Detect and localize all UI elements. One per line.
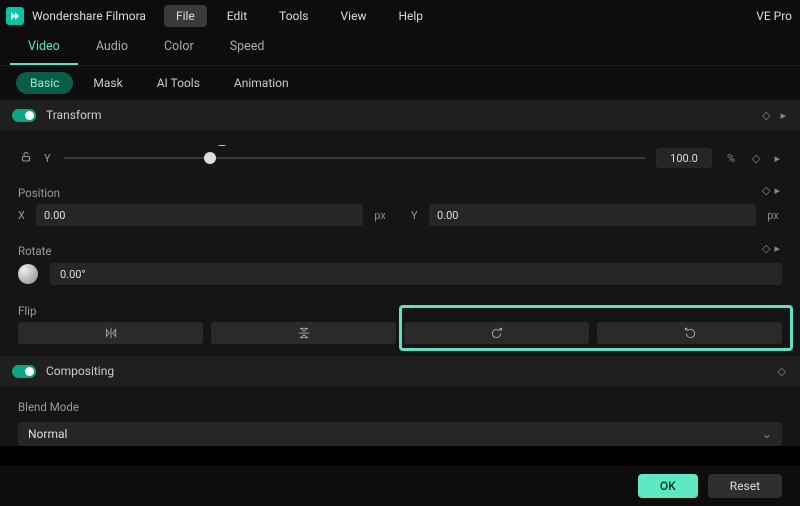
section-compositing-header: Compositing ◇ xyxy=(0,356,800,386)
menu-view[interactable]: View xyxy=(329,5,379,27)
menu-edit[interactable]: Edit xyxy=(215,5,259,27)
ok-button[interactable]: OK xyxy=(638,474,698,498)
scale-y-slider[interactable] xyxy=(64,157,646,159)
position-y-label: Y xyxy=(411,209,421,222)
scale-y-value[interactable]: 100.0 xyxy=(656,148,712,168)
rotate-cw-icon xyxy=(490,326,504,340)
compositing-toggle[interactable] xyxy=(12,365,36,378)
rotate-knob[interactable] xyxy=(18,264,38,284)
transform-keyframe-icon[interactable]: ◇ xyxy=(760,109,772,122)
subtab-basic[interactable]: Basic xyxy=(16,72,73,94)
position-y-input[interactable]: 0.00 xyxy=(429,204,756,226)
menu-help[interactable]: Help xyxy=(386,5,435,27)
flip-vertical-icon xyxy=(297,326,311,340)
flip-button-row xyxy=(18,322,782,344)
compositing-keyframe-icon[interactable]: ◇ xyxy=(776,365,788,378)
properties-panel: Transform ◇ ▸ ◇ Y 100.0 % ◇ xyxy=(0,100,800,446)
flip-label: Flip xyxy=(18,304,782,318)
position-x-input[interactable]: 0.00 xyxy=(36,204,363,226)
tab-speed[interactable]: Speed xyxy=(212,30,283,65)
menu-tools[interactable]: Tools xyxy=(267,5,320,27)
position-keyframe-icon[interactable]: ◇ xyxy=(760,184,772,197)
tab-video[interactable]: Video xyxy=(10,30,78,65)
compositing-title: Compositing xyxy=(46,364,766,378)
subtab-animation[interactable]: Animation xyxy=(220,72,303,94)
transform-expand-icon[interactable]: ▸ xyxy=(778,109,788,122)
transform-title: Transform xyxy=(46,108,750,122)
rotate-cw-button[interactable] xyxy=(404,322,589,344)
tab-audio[interactable]: Audio xyxy=(78,30,146,65)
blend-mode-label: Blend Mode xyxy=(18,400,782,414)
section-transform-header: Transform ◇ ▸ xyxy=(0,100,800,130)
rotate-ccw-icon xyxy=(683,326,697,340)
scale-y-keyframe-icon[interactable]: ◇ xyxy=(750,152,762,165)
flip-horizontal-icon xyxy=(104,326,118,340)
app-logo xyxy=(6,7,24,25)
position-menu-icon[interactable]: ▸ xyxy=(772,184,782,197)
scale-y-unit: % xyxy=(722,152,740,165)
reset-button[interactable]: Reset xyxy=(708,474,782,498)
app-title: Wondershare Filmora xyxy=(32,9,146,23)
rotate-keyframe-icon[interactable]: ◇ xyxy=(760,242,772,255)
footer-bar: OK Reset xyxy=(0,466,800,506)
rotate-value-input[interactable]: 0.00° xyxy=(50,263,782,285)
blend-mode-value: Normal xyxy=(28,427,67,441)
rotate-label: Rotate xyxy=(18,244,760,258)
scale-y-menu-icon[interactable]: ▸ xyxy=(772,152,782,165)
secondary-tabs: Basic Mask AI Tools Animation xyxy=(0,66,800,100)
position-x-unit: px xyxy=(371,209,389,222)
flip-vertical-button[interactable] xyxy=(211,322,396,344)
flip-horizontal-button[interactable] xyxy=(18,322,203,344)
primary-tabs: Video Audio Color Speed xyxy=(0,32,800,66)
chevron-down-icon: ⌄ xyxy=(762,427,772,441)
transform-toggle[interactable] xyxy=(12,109,36,122)
subtab-ai-tools[interactable]: AI Tools xyxy=(143,72,214,94)
menu-file[interactable]: File xyxy=(164,5,207,27)
position-label: Position xyxy=(18,186,760,200)
titlebar-right-text: VE Pro xyxy=(756,9,794,23)
position-y-unit: px xyxy=(764,209,782,222)
subtab-mask[interactable]: Mask xyxy=(79,72,136,94)
scale-y-label: Y xyxy=(44,152,54,165)
blend-mode-select[interactable]: Normal ⌄ xyxy=(18,422,782,446)
tab-color[interactable]: Color xyxy=(146,30,212,65)
scale-lock-icon[interactable] xyxy=(18,151,34,166)
rotate-menu-icon[interactable]: ▸ xyxy=(772,242,782,255)
rotate-ccw-button[interactable] xyxy=(597,322,782,344)
position-x-label: X xyxy=(18,209,28,222)
title-bar: Wondershare Filmora File Edit Tools View… xyxy=(0,0,800,32)
